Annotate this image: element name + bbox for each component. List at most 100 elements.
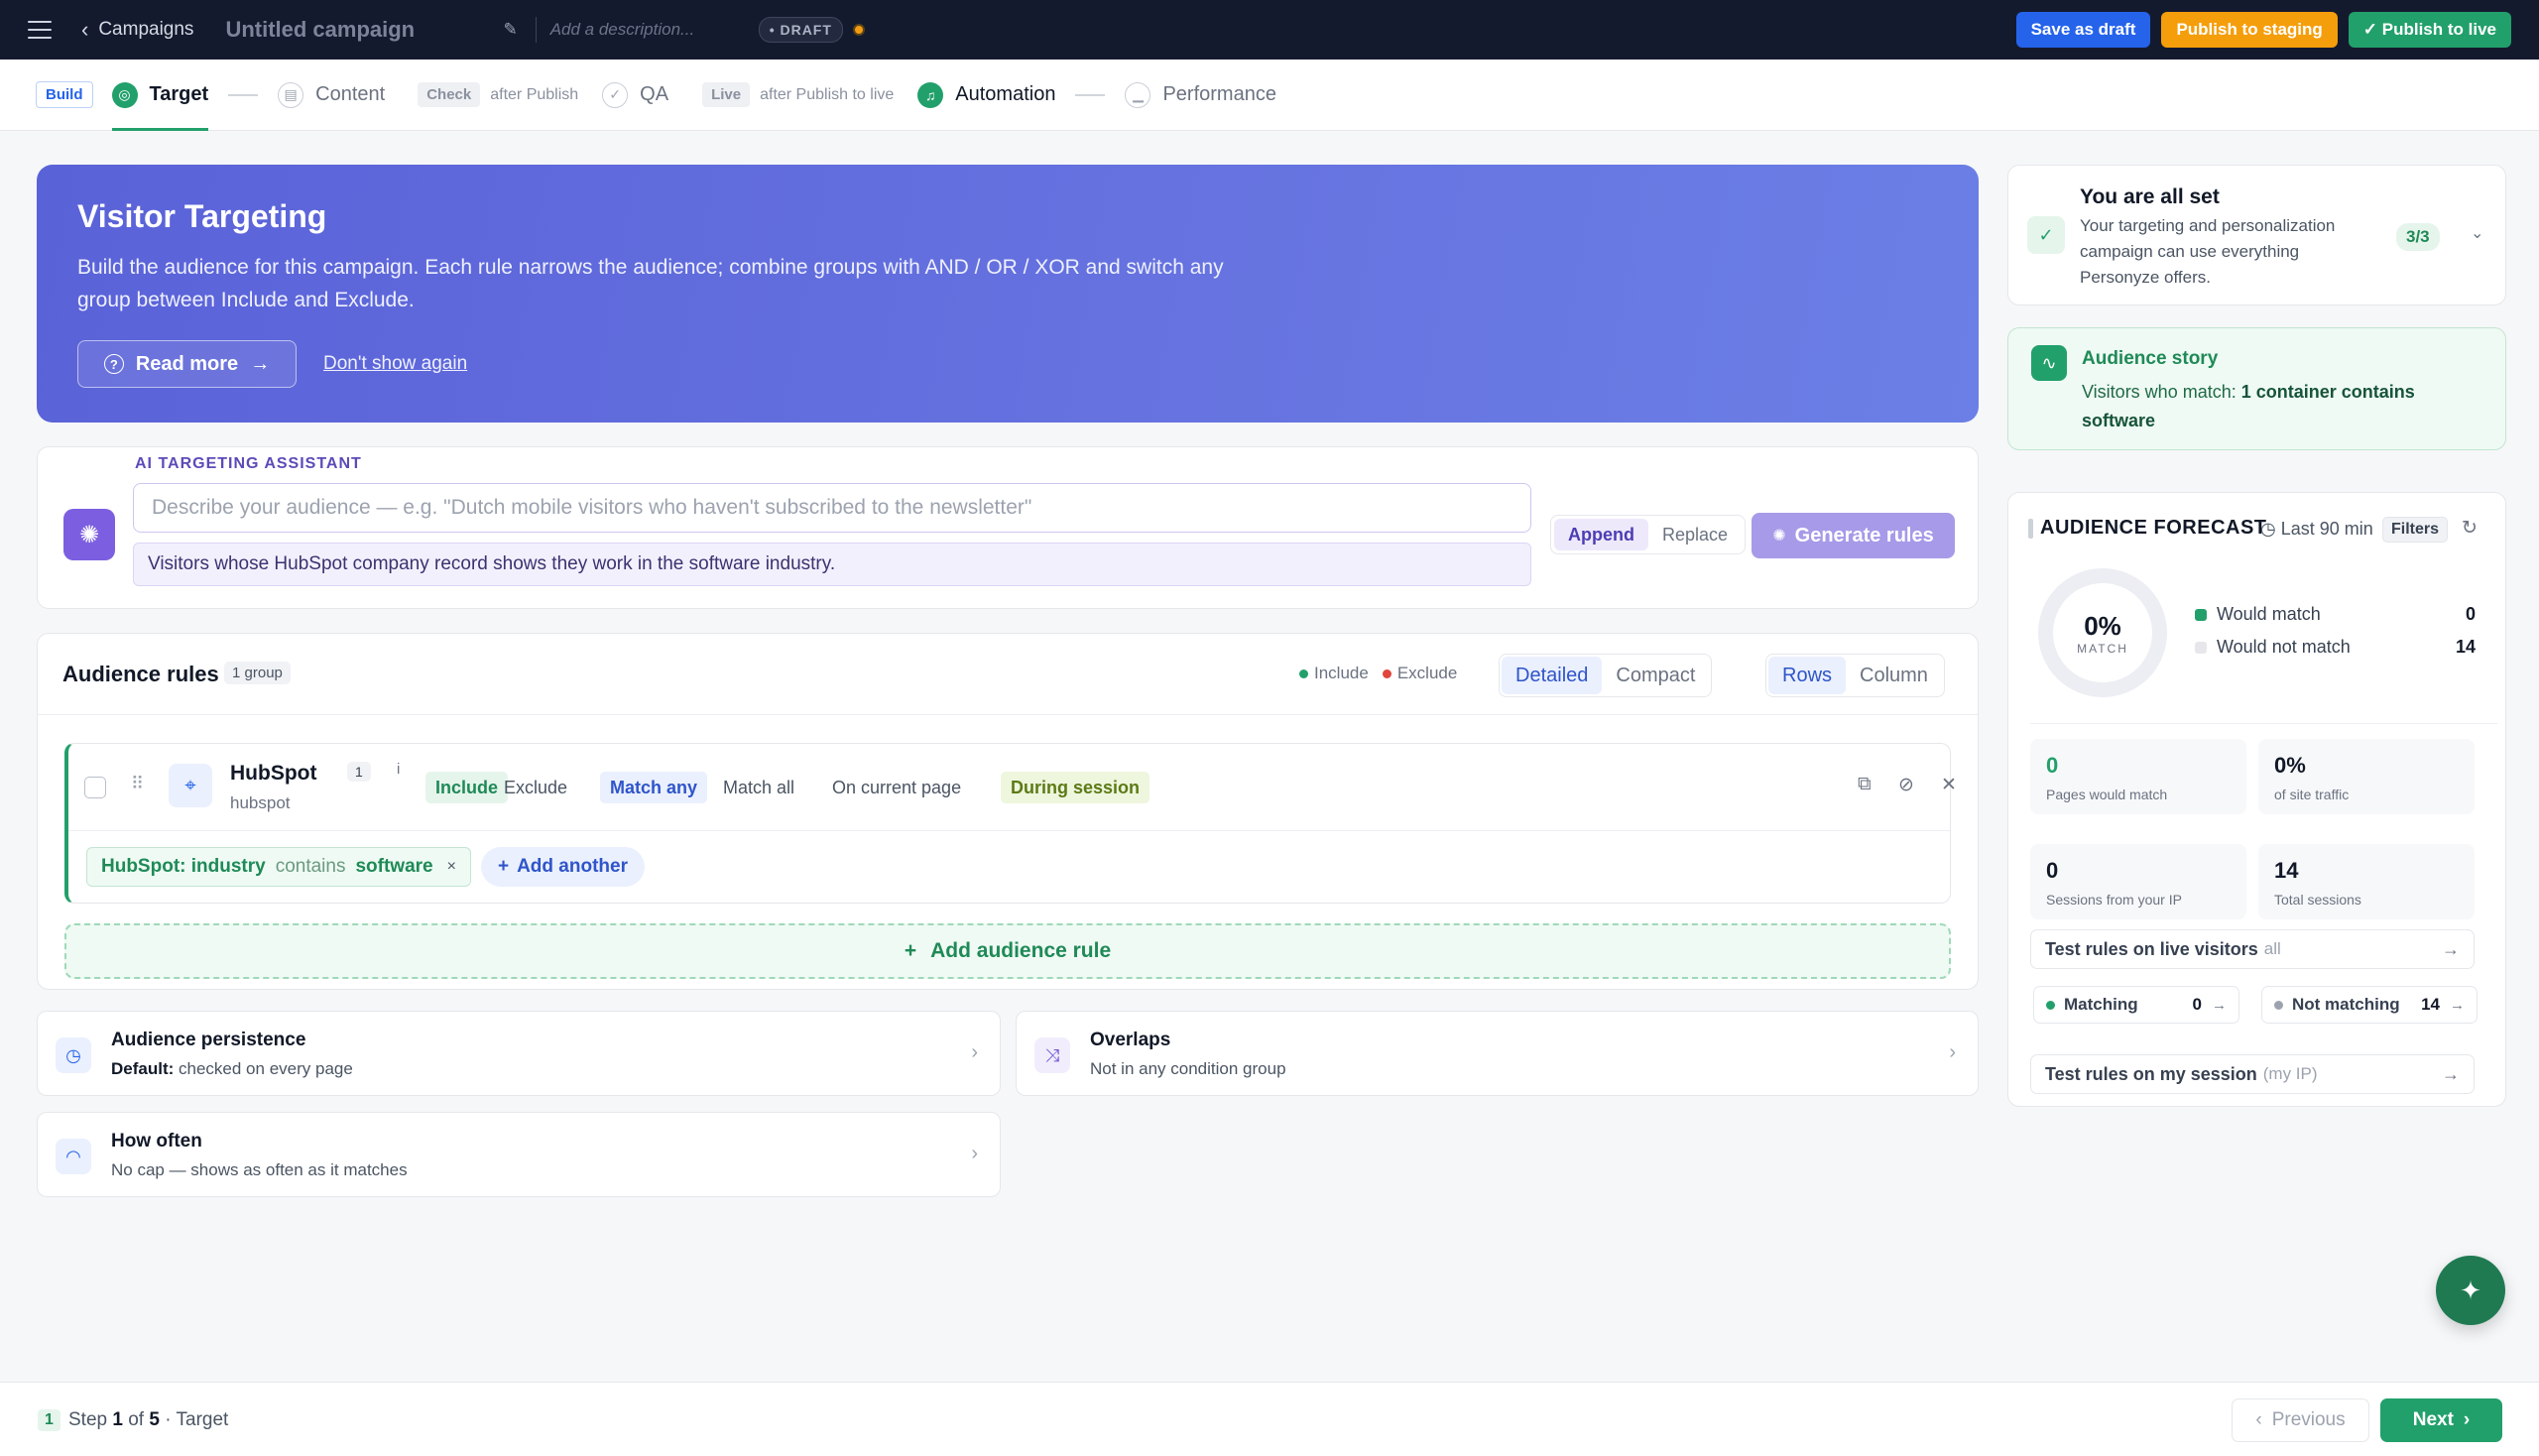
- match-donut: 0% MATCH: [2038, 568, 2167, 697]
- ai-assistant-fab[interactable]: ✦: [2436, 1256, 2505, 1325]
- document-icon: ▤: [278, 81, 304, 108]
- ai-suggestion[interactable]: Visitors whose HubSpot company record sh…: [133, 543, 1531, 586]
- check-after-label: after Publish: [490, 85, 579, 103]
- exclude-dot-icon: [1382, 668, 1391, 678]
- chevron-right-icon: ›: [1949, 1041, 1956, 1063]
- tab-qa[interactable]: ✓ QA: [602, 60, 668, 131]
- condition-value: software: [355, 856, 433, 877]
- match-all-option[interactable]: Match all: [713, 772, 804, 803]
- dont-show-again-link[interactable]: Don't show again: [323, 353, 467, 375]
- tab-content[interactable]: ▤ Content: [278, 60, 385, 131]
- test-my-session-button[interactable]: Test rules on my session (my IP) →: [2030, 1054, 2475, 1094]
- arrow-right-icon: →: [250, 352, 271, 375]
- condition-chip[interactable]: HubSpot: industry contains software ×: [86, 847, 471, 887]
- read-more-button[interactable]: ? Read more →: [77, 340, 297, 388]
- ai-targeting-assistant: ✺ AI TARGETING ASSISTANT Describe your a…: [37, 446, 1979, 609]
- clock-icon: ◷: [56, 1037, 91, 1073]
- refresh-icon[interactable]: ↻: [2462, 517, 2478, 540]
- exclude-option[interactable]: Exclude: [494, 772, 577, 803]
- match-any-option[interactable]: Match any: [600, 772, 708, 803]
- would-match-legend: Would match 0: [2195, 604, 2476, 625]
- on-current-page-option[interactable]: On current page: [822, 772, 971, 803]
- step-progress-text: Step 1 of 5 · Target: [68, 1409, 229, 1430]
- description-field[interactable]: Add a description...: [550, 20, 759, 40]
- section-marker: [2028, 519, 2033, 539]
- publish-staging-button[interactable]: Publish to staging: [2161, 12, 2338, 48]
- save-draft-button[interactable]: Save as draft: [2015, 12, 2151, 48]
- status-badge: • DRAFT: [758, 17, 843, 43]
- clock-icon: ◷: [2260, 519, 2276, 539]
- chevron-left-icon: ‹: [81, 17, 89, 42]
- pencil-icon[interactable]: ✎: [503, 20, 517, 40]
- chart-icon: ▁: [1125, 81, 1151, 108]
- condition-operator: contains: [275, 856, 346, 877]
- question-icon: ?: [103, 354, 124, 374]
- previous-button[interactable]: ‹ Previous: [2232, 1398, 2369, 1442]
- filters-button[interactable]: Filters: [2382, 517, 2449, 543]
- build-tag: Build: [36, 81, 93, 108]
- live-tag: Live: [702, 82, 751, 107]
- drag-handle-icon[interactable]: ⠿: [131, 774, 144, 794]
- replace-option[interactable]: Replace: [1648, 519, 1742, 550]
- view-compact[interactable]: Compact: [1602, 657, 1709, 694]
- check-tag: Check: [418, 82, 481, 107]
- time-range[interactable]: ◷ Last 90 min: [2260, 519, 2373, 540]
- ai-assistant-label: AI TARGETING ASSISTANT: [135, 455, 362, 472]
- tab-target[interactable]: ◎ Target: [111, 60, 208, 131]
- remove-condition-icon[interactable]: ×: [447, 858, 456, 876]
- back-to-campaigns[interactable]: ‹ Campaigns: [81, 17, 193, 43]
- green-dot-icon: [2046, 1000, 2055, 1010]
- layout-column[interactable]: Column: [1846, 657, 1942, 694]
- campaign-title[interactable]: Untitled campaign: [225, 17, 503, 43]
- add-audience-rule-button[interactable]: + Add audience rule: [64, 923, 1951, 979]
- divider: [2030, 723, 2497, 724]
- view-mode-toggle: Detailed Compact: [1499, 654, 1713, 697]
- total-sessions-stat: 14 Total sessions: [2258, 844, 2475, 919]
- progress-badge: 3/3: [2396, 223, 2440, 251]
- sparkle-icon: ✺: [63, 509, 115, 560]
- not-matching-button[interactable]: Not matching 14 →: [2261, 986, 2478, 1024]
- visitor-targeting-banner: Visitor Targeting Build the audience for…: [37, 165, 1979, 423]
- tab-performance[interactable]: ▁ Performance: [1125, 60, 1276, 131]
- step-connector: [228, 93, 259, 96]
- group-select-checkbox[interactable]: [84, 777, 106, 798]
- append-option[interactable]: Append: [1554, 519, 1648, 550]
- overlaps-card[interactable]: ⤨ Overlaps Not in any condition group ›: [1016, 1011, 1979, 1096]
- chevron-left-icon: ‹: [2255, 1409, 2262, 1430]
- integration-subtitle: hubspot: [230, 793, 291, 812]
- group-count-badge: 1 group: [224, 662, 291, 684]
- tab-automation[interactable]: ♫ Automation: [917, 60, 1055, 131]
- publish-live-button[interactable]: ✓ Publish to live: [2348, 12, 2511, 48]
- arrow-right-icon: →: [2442, 938, 2460, 959]
- how-often-card[interactable]: ◠ How often No cap — shows as often as i…: [37, 1112, 1001, 1197]
- audience-description-input[interactable]: Describe your audience — e.g. "Dutch mob…: [133, 483, 1531, 533]
- test-live-visitors-button[interactable]: Test rules on live visitors all →: [2030, 929, 2475, 969]
- chevron-down-icon[interactable]: ⌄: [2471, 223, 2483, 243]
- banner-title: Visitor Targeting: [77, 198, 327, 234]
- wizard-footer: 1 Step 1 of 5 · Target ‹ Previous Next ›: [0, 1382, 2539, 1456]
- forecast-title: AUDIENCE FORECAST: [2040, 517, 2267, 539]
- duplicate-icon[interactable]: ⧉: [1858, 774, 1872, 795]
- condition-field: HubSpot: industry: [101, 856, 266, 877]
- view-detailed[interactable]: Detailed: [1502, 657, 1603, 694]
- plus-icon: +: [904, 939, 917, 962]
- layout-rows[interactable]: Rows: [1768, 657, 1847, 694]
- info-icon[interactable]: i: [397, 761, 400, 778]
- bell-icon: ♫: [917, 81, 944, 108]
- generate-rules-button[interactable]: ✺ Generate rules: [1752, 513, 1955, 558]
- all-set-card[interactable]: ✓ You are all set Your targeting and per…: [2007, 165, 2506, 305]
- include-dot-icon: [1299, 668, 1308, 678]
- matching-button[interactable]: Matching 0 →: [2033, 986, 2239, 1024]
- top-bar: ‹ Campaigns Untitled campaign ✎ Add a de…: [0, 0, 2539, 60]
- pulse-icon: ∿: [2031, 345, 2067, 381]
- add-another-button[interactable]: + Add another: [480, 847, 645, 887]
- menu-icon[interactable]: [28, 21, 52, 39]
- sessions-ip-stat: 0 Sessions from your IP: [2030, 844, 2246, 919]
- next-button[interactable]: Next ›: [2380, 1398, 2502, 1442]
- step-connector: [1075, 93, 1106, 96]
- close-icon[interactable]: ✕: [1941, 774, 1957, 796]
- during-session-option[interactable]: During session: [1001, 772, 1150, 803]
- audience-persistence-card[interactable]: ◷ Audience persistence Default: checked …: [37, 1011, 1001, 1096]
- disable-icon[interactable]: ⊘: [1898, 774, 1914, 796]
- steps-bar: Build ◎ Target ▤ Content Check after Pub…: [0, 60, 2539, 131]
